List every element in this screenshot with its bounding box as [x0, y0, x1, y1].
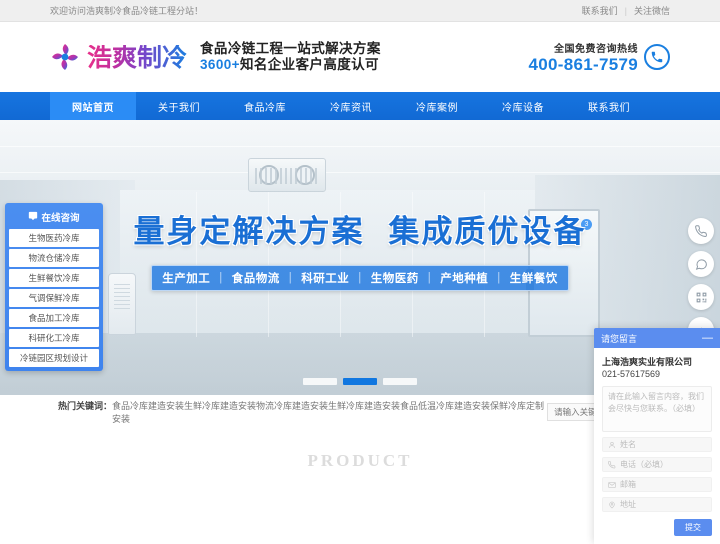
consult-header: 在线咨询	[9, 207, 99, 229]
phone-icon	[644, 44, 670, 70]
online-consult-panel: 在线咨询 生物医药冷库 物流仓储冷库 生鲜餐饮冷库 气调保鲜冷库 食品加工冷库 …	[5, 203, 103, 371]
consult-item-research-chemical[interactable]: 科研化工冷库	[9, 329, 99, 347]
chat-icon[interactable]	[688, 251, 714, 277]
location-icon	[608, 501, 616, 509]
brand-block[interactable]: 浩爽制冷 食品冷链工程一站式解决方案 3600+知名企业客户高度认可	[50, 41, 381, 72]
hotline-block: 全国免费咨询热线 400-861-7579	[529, 40, 670, 75]
top-bar: 欢迎访问浩爽制冷食品冷链工程分站！ 联系我们 | 关注微信	[0, 0, 720, 22]
phone-icon[interactable]	[688, 218, 714, 244]
carousel-dot-2[interactable]	[343, 378, 377, 385]
chat-icon	[28, 211, 38, 224]
consult-item-controlled-atmosphere[interactable]: 气调保鲜冷库	[9, 289, 99, 307]
consult-item-logistics[interactable]: 物流仓储冷库	[9, 249, 99, 267]
chat-popup-header[interactable]: 请您留言 —	[594, 328, 720, 348]
welcome-text: 欢迎访问浩爽制冷食品冷链工程分站！	[50, 6, 204, 16]
top-bar-links: 联系我们 | 关注微信	[582, 4, 670, 17]
phone-field[interactable]: 电话（必填）	[602, 457, 712, 472]
address-field-placeholder: 地址	[620, 500, 636, 509]
topbar-wechat-link[interactable]: 关注微信	[634, 4, 670, 17]
name-field-placeholder: 姓名	[620, 440, 636, 449]
floating-action-bar	[688, 218, 714, 343]
carousel-dot-3[interactable]	[383, 378, 417, 385]
snowflake-swirl-icon	[50, 42, 80, 72]
nav-item-equipment[interactable]: 冷库设备	[480, 92, 566, 120]
nav-item-home[interactable]: 网站首页	[50, 92, 136, 120]
consult-item-park-planning[interactable]: 冷链园区规划设计	[9, 349, 99, 367]
hotline-label: 全国免费咨询热线	[554, 43, 638, 55]
name-field[interactable]: 姓名	[602, 437, 712, 452]
consult-item-fresh-catering[interactable]: 生鲜餐饮冷库	[9, 269, 99, 287]
nav-item-contact[interactable]: 联系我们	[566, 92, 652, 120]
slogan-line-1: 食品冷链工程一站式解决方案	[200, 41, 381, 57]
chat-popup-body: 上海浩爽实业有限公司 021-57617569 请在此输入留言内容，我们会尽快与…	[594, 348, 720, 544]
qrcode-icon[interactable]	[688, 284, 714, 310]
slogan-number: 3600+	[200, 57, 240, 72]
hotline-number: 400-861-7579	[528, 54, 638, 74]
carousel-dot-1[interactable]	[303, 378, 337, 385]
email-field[interactable]: 邮箱	[602, 477, 712, 492]
chat-popup-title: 请您留言	[601, 333, 638, 344]
topbar-contact-link[interactable]: 联系我们	[582, 4, 618, 17]
topbar-separator: |	[624, 5, 627, 16]
consult-title: 在线咨询	[41, 213, 80, 224]
minimize-icon[interactable]: —	[702, 332, 713, 344]
mail-icon	[608, 481, 616, 489]
keywords-label: 热门关键词：	[58, 401, 113, 411]
main-navigation: 网站首页 关于我们 食品冷库 冷库资讯 冷库案例 冷库设备 联系我们	[0, 92, 720, 120]
slogan-rest: 知名企业客户高度认可	[239, 57, 379, 72]
message-textarea[interactable]: 请在此输入留言内容，我们会尽快与您联系。（必填）	[602, 386, 712, 432]
company-phone: 021-57617569	[602, 369, 661, 379]
keywords-links[interactable]: 食品冷库建造安装生鲜冷库建造安装物流冷库建造安装生鲜冷库建造安装食品低温冷库建造…	[112, 399, 547, 425]
company-name: 上海浩爽实业有限公司	[602, 357, 693, 367]
nav-item-cases[interactable]: 冷库案例	[394, 92, 480, 120]
site-header: 浩爽制冷 食品冷链工程一站式解决方案 3600+知名企业客户高度认可 全国免费咨…	[0, 22, 720, 92]
user-icon	[608, 441, 616, 449]
logo-wordmark: 浩爽制冷	[87, 42, 188, 72]
nav-item-food-coldstorage[interactable]: 食品冷库	[222, 92, 308, 120]
consult-item-list: 生物医药冷库 物流仓储冷库 生鲜餐饮冷库 气调保鲜冷库 食品加工冷库 科研化工冷…	[9, 229, 99, 367]
submit-button[interactable]: 提交	[674, 519, 712, 536]
address-field[interactable]: 地址	[602, 497, 712, 512]
email-field-placeholder: 邮箱	[620, 480, 636, 489]
slogan-line-2: 3600+知名企业客户高度认可	[200, 57, 381, 73]
nav-item-about[interactable]: 关于我们	[136, 92, 222, 120]
consult-item-food-processing[interactable]: 食品加工冷库	[9, 309, 99, 327]
brand-slogan: 食品冷链工程一站式解决方案 3600+知名企业客户高度认可	[200, 41, 381, 72]
nav-item-news[interactable]: 冷库资讯	[308, 92, 394, 120]
phone-icon	[608, 460, 616, 469]
phone-field-placeholder: 电话（必填）	[620, 460, 668, 469]
leave-message-popup: 请您留言 — 上海浩爽实业有限公司 021-57617569 请在此输入留言内容…	[594, 328, 720, 544]
consult-item-biomedical[interactable]: 生物医药冷库	[9, 229, 99, 247]
